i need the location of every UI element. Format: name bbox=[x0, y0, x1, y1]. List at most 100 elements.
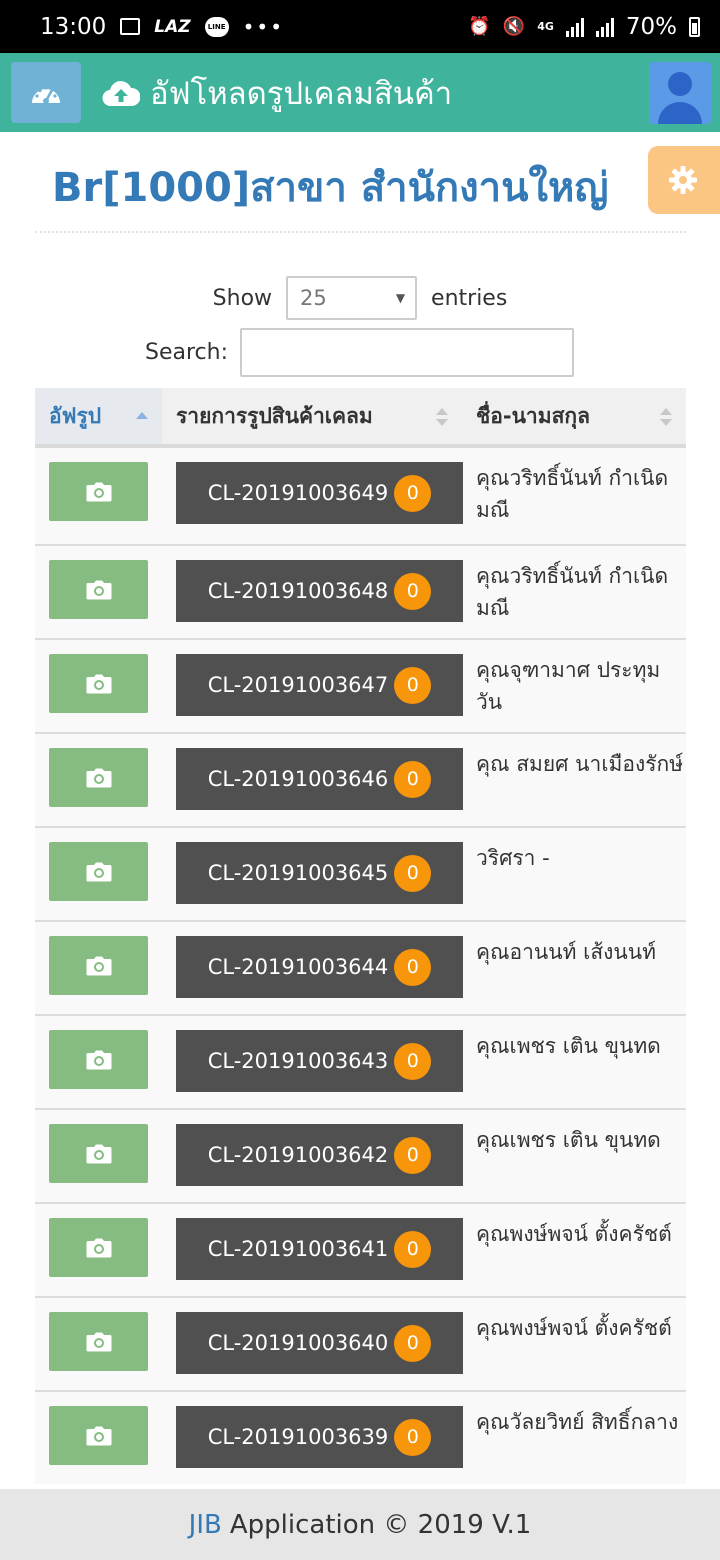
table-body: CL-20191003649 0 คุณวริทธิ์นันท์ กำเนิดมณี… bbox=[35, 448, 686, 1484]
customer-name: คุณอานนท์ เส้งนนท์ bbox=[476, 940, 656, 964]
upload-photo-button[interactable] bbox=[49, 462, 148, 521]
claim-button[interactable]: CL-20191003645 0 bbox=[176, 842, 463, 904]
column-header-upload[interactable]: อัฟรูป bbox=[35, 388, 162, 444]
search-label: Search: bbox=[145, 340, 228, 365]
claim-button[interactable]: CL-20191003640 0 bbox=[176, 1312, 463, 1374]
claim-cell: CL-20191003647 0 bbox=[162, 640, 463, 732]
search-control: Search: bbox=[145, 328, 574, 377]
branch-code: Br bbox=[52, 165, 103, 211]
upload-photo-button[interactable] bbox=[49, 748, 148, 807]
photo-count-badge: 0 bbox=[394, 1042, 432, 1080]
search-input[interactable] bbox=[240, 328, 574, 377]
claim-button[interactable]: CL-20191003649 0 bbox=[176, 462, 463, 524]
dropdown-arrow-icon: ▼ bbox=[395, 291, 406, 305]
upload-photo-button[interactable] bbox=[49, 1406, 148, 1465]
photo-count-badge: 0 bbox=[394, 948, 432, 986]
entries-select[interactable]: 25 ▼ bbox=[286, 276, 418, 320]
upload-cell bbox=[35, 1204, 162, 1296]
claim-number: CL-20191003642 bbox=[207, 1143, 389, 1167]
user-avatar[interactable] bbox=[649, 62, 711, 124]
camera-icon bbox=[86, 1238, 111, 1257]
camera-icon bbox=[86, 580, 111, 599]
battery-percent: 70% bbox=[625, 13, 677, 40]
alarm-icon: ⏰ bbox=[468, 16, 491, 37]
upload-photo-button[interactable] bbox=[49, 936, 148, 995]
claim-button[interactable]: CL-20191003641 0 bbox=[176, 1218, 463, 1280]
claim-number: CL-20191003646 bbox=[207, 767, 389, 791]
upload-cell bbox=[35, 448, 162, 544]
camera-icon bbox=[86, 1332, 111, 1351]
gallery-notification-icon bbox=[120, 18, 141, 35]
claim-button[interactable]: CL-20191003639 0 bbox=[176, 1406, 463, 1468]
column-header-claim[interactable]: รายการรูปสินค้าเคลม bbox=[162, 388, 462, 444]
upload-photo-button[interactable] bbox=[49, 1030, 148, 1089]
claim-cell: CL-20191003644 0 bbox=[162, 922, 463, 1014]
claim-button[interactable]: CL-20191003643 0 bbox=[176, 1030, 463, 1092]
claims-table: อัฟรูป รายการรูปสินค้าเคลม ชื่อ-นามสกุล … bbox=[35, 388, 686, 1484]
table-row: CL-20191003642 0 คุณเพชร เติน ขุนทด bbox=[35, 1108, 686, 1202]
entries-control: Show 25 ▼ entries bbox=[0, 276, 720, 320]
upload-photo-button[interactable] bbox=[49, 560, 148, 619]
upload-cell bbox=[35, 1110, 162, 1202]
claim-number: CL-20191003640 bbox=[207, 1331, 389, 1355]
customer-name: คุณพงษ์พจน์ ตั้งครัชต์ bbox=[476, 1222, 672, 1246]
upload-cell bbox=[35, 546, 162, 638]
line-notification-icon: LINE bbox=[204, 16, 229, 37]
claim-cell: CL-20191003643 0 bbox=[162, 1016, 463, 1108]
photo-count-badge: 0 bbox=[394, 760, 432, 798]
photo-count-badge: 0 bbox=[394, 1230, 432, 1268]
table-row: CL-20191003645 0 วริศรา - bbox=[35, 826, 686, 920]
page-title: Br[1000]สาขา สำนักงานใหญ่ bbox=[52, 155, 608, 219]
camera-icon bbox=[86, 482, 111, 501]
upload-cell bbox=[35, 1016, 162, 1108]
camera-icon bbox=[86, 956, 111, 975]
app-title: อัฟโหลดรูปเคลมสินค้า bbox=[102, 69, 452, 117]
upload-photo-button[interactable] bbox=[49, 842, 148, 901]
settings-button[interactable] bbox=[648, 146, 720, 214]
signal-icon-2 bbox=[595, 17, 614, 37]
camera-icon bbox=[86, 674, 111, 693]
app-bar: อัฟโหลดรูปเคลมสินค้า bbox=[0, 53, 720, 132]
signal-icon bbox=[565, 17, 584, 37]
upload-photo-button[interactable] bbox=[49, 1312, 148, 1371]
table-row: CL-20191003647 0 คุณจุฑามาศ ประทุมวัน bbox=[35, 638, 686, 732]
upload-cell bbox=[35, 734, 162, 826]
more-notifications-icon: ••• bbox=[242, 14, 285, 39]
camera-icon bbox=[86, 1144, 111, 1163]
claim-cell: CL-20191003649 0 bbox=[162, 448, 463, 544]
claim-cell: CL-20191003646 0 bbox=[162, 734, 463, 826]
claim-number: CL-20191003648 bbox=[207, 579, 389, 603]
column-header-name[interactable]: ชื่อ-นามสกุล bbox=[462, 388, 686, 444]
claim-button[interactable]: CL-20191003646 0 bbox=[176, 748, 463, 810]
claim-button[interactable]: CL-20191003647 0 bbox=[176, 654, 463, 716]
table-row: CL-20191003643 0 คุณเพชร เติน ขุนทด bbox=[35, 1014, 686, 1108]
claim-cell: CL-20191003639 0 bbox=[162, 1392, 463, 1484]
upload-photo-button[interactable] bbox=[49, 1218, 148, 1277]
upload-cell bbox=[35, 1298, 162, 1390]
upload-cell bbox=[35, 828, 162, 920]
footer: JIB Application © 2019 V.1 bbox=[0, 1489, 720, 1560]
photo-count-badge: 0 bbox=[394, 854, 432, 892]
upload-photo-button[interactable] bbox=[49, 1124, 148, 1183]
upload-photo-button[interactable] bbox=[49, 654, 148, 713]
claim-button[interactable]: CL-20191003642 0 bbox=[176, 1124, 463, 1186]
claim-number: CL-20191003644 bbox=[207, 955, 389, 979]
claim-button[interactable]: CL-20191003648 0 bbox=[176, 560, 463, 622]
customer-name: คุณพงษ์พจน์ ตั้งครัชต์ bbox=[476, 1316, 672, 1340]
divider bbox=[35, 231, 686, 233]
show-label: Show bbox=[212, 285, 273, 311]
claim-button[interactable]: CL-20191003644 0 bbox=[176, 936, 463, 998]
claim-number: CL-20191003639 bbox=[207, 1425, 389, 1449]
photo-count-badge: 0 bbox=[394, 1136, 432, 1174]
table-row: CL-20191003639 0 คุณวัลยวิทย์ สิทธิ์กลาง bbox=[35, 1390, 686, 1484]
upload-cell bbox=[35, 640, 162, 732]
camera-icon bbox=[86, 1050, 111, 1069]
camera-icon bbox=[86, 768, 111, 787]
entries-value: 25 bbox=[300, 286, 327, 310]
camera-icon bbox=[86, 1426, 111, 1445]
table-header: อัฟรูป รายการรูปสินค้าเคลม ชื่อ-นามสกุล bbox=[35, 388, 686, 448]
photo-count-badge: 0 bbox=[394, 1418, 432, 1456]
photo-count-badge: 0 bbox=[394, 666, 432, 704]
claim-number: CL-20191003643 bbox=[207, 1049, 389, 1073]
dashboard-button[interactable] bbox=[11, 62, 81, 123]
